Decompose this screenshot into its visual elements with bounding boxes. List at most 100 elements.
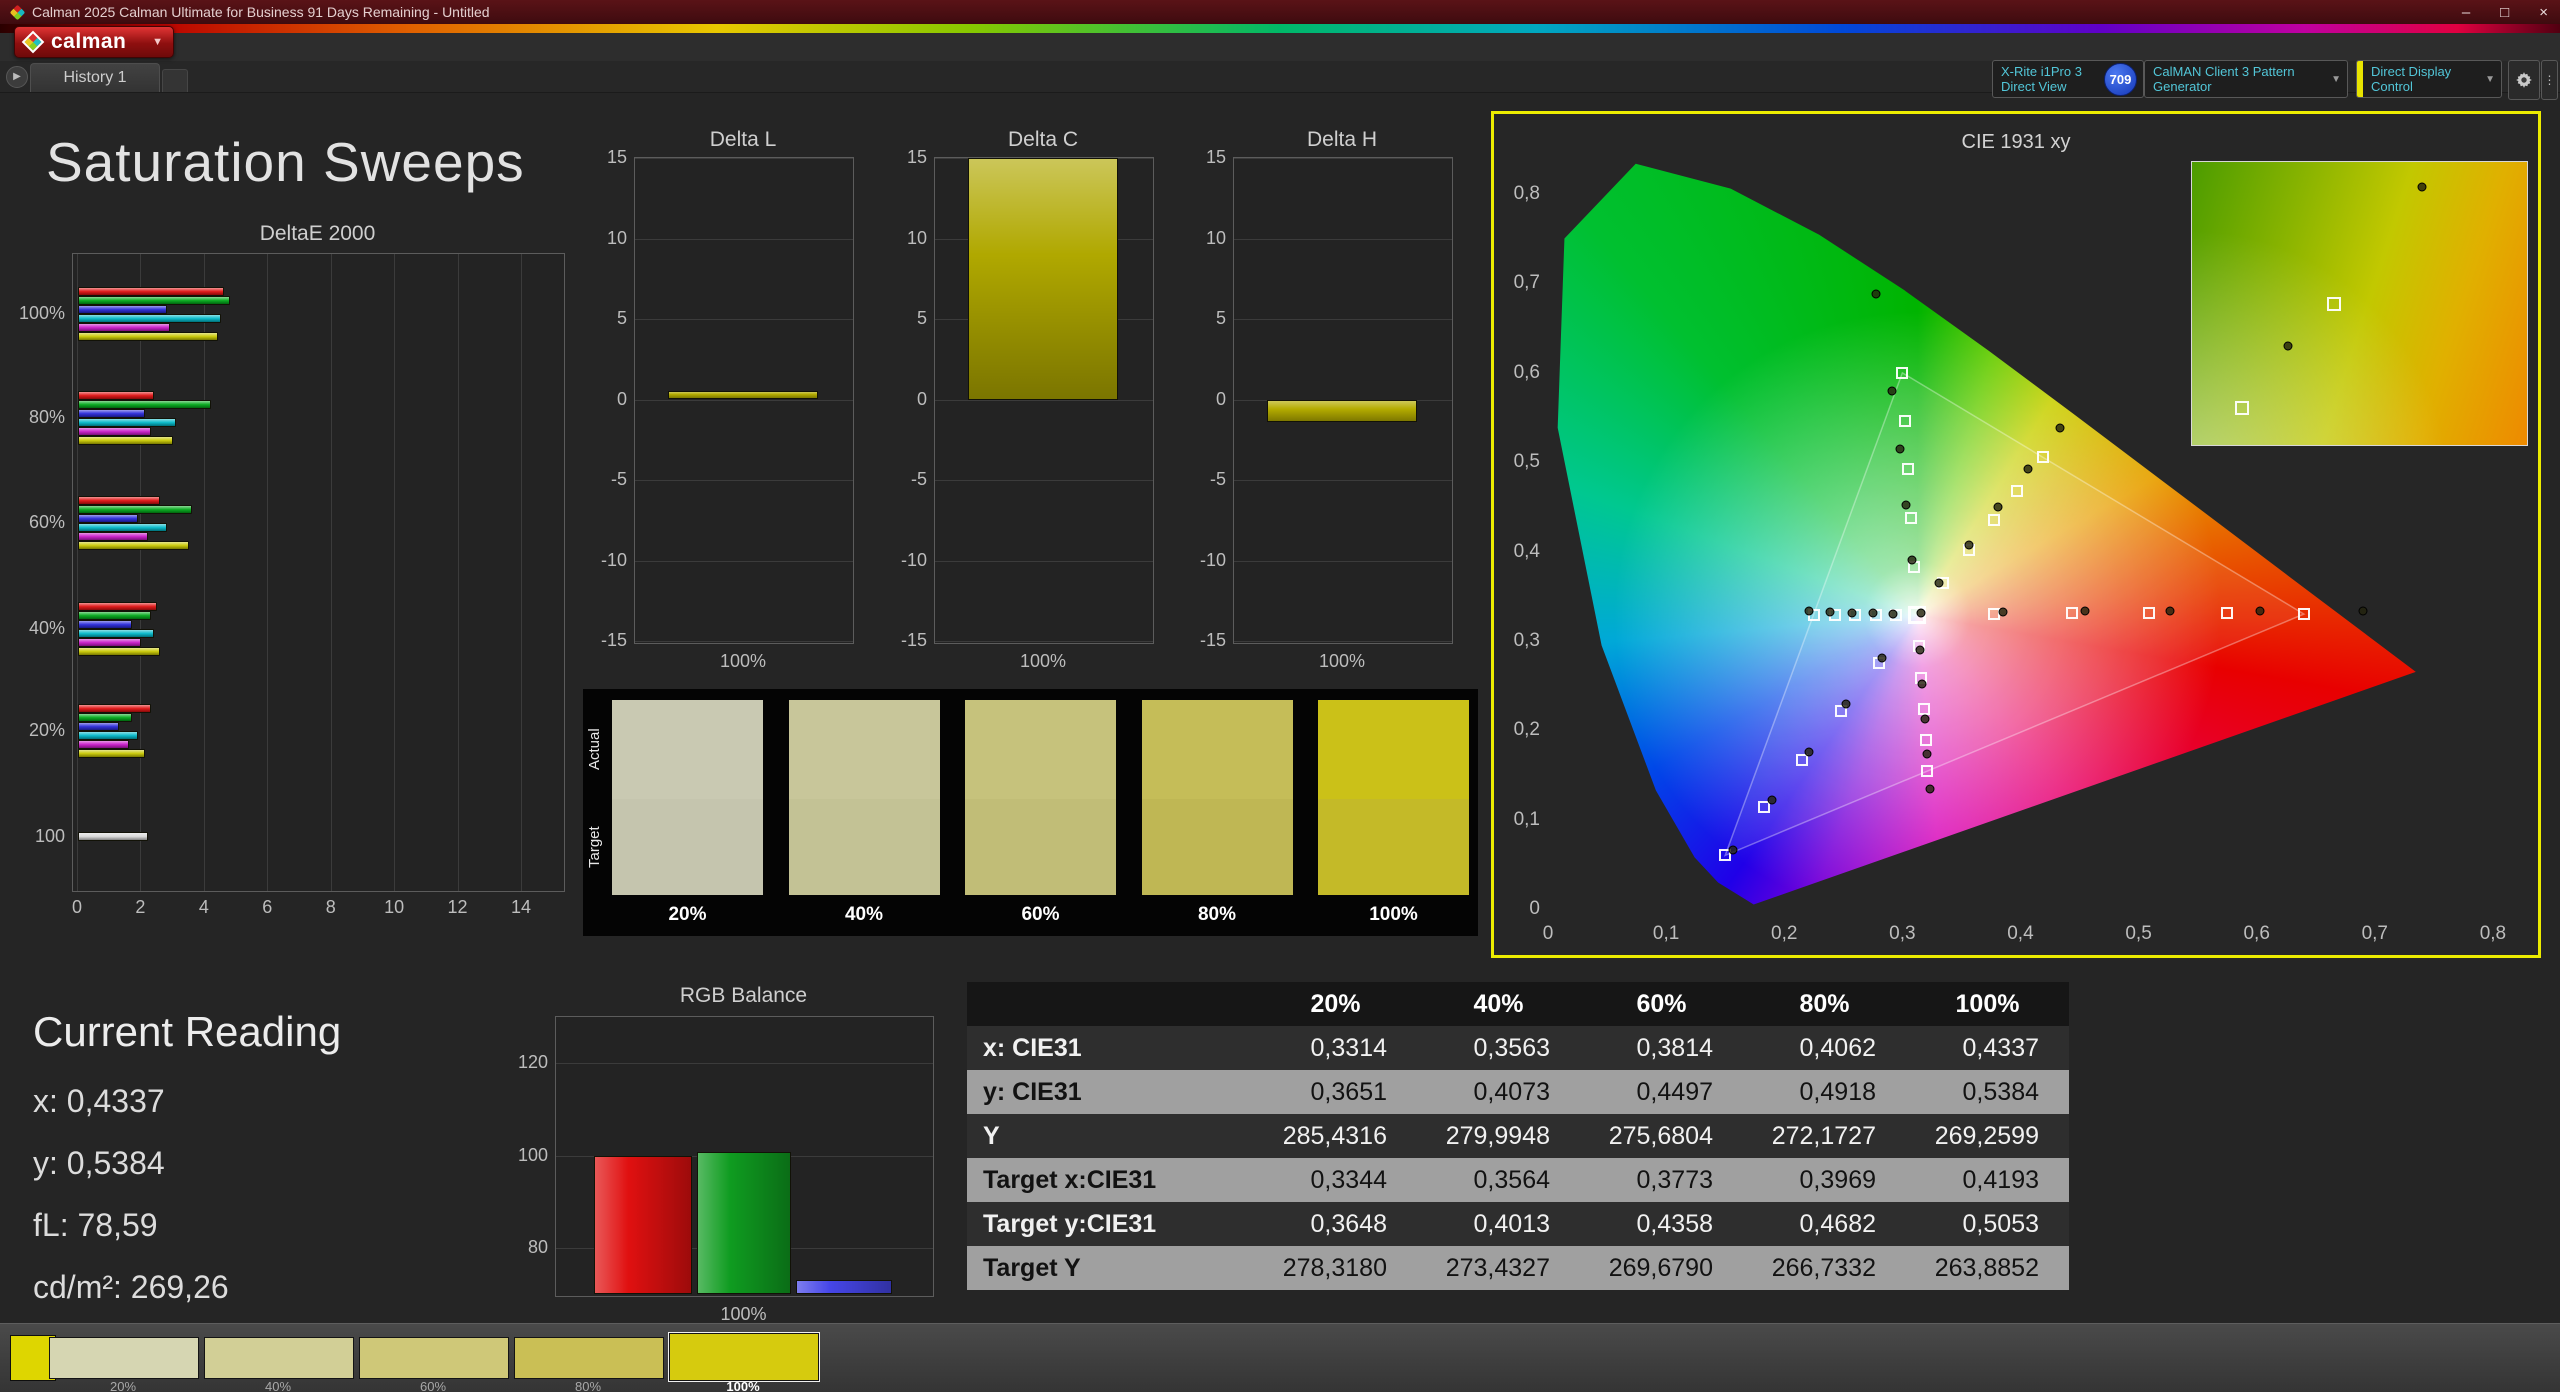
deltae-bar [78, 391, 154, 400]
pattern-swatch-label: 100% [669, 1379, 817, 1392]
table-cell: 0,3969 [1743, 1166, 1906, 1195]
table-cell: 0,3648 [1254, 1210, 1417, 1239]
table-row-label: Target y:CIE31 [967, 1210, 1254, 1239]
y-tick-label: 100 [500, 1145, 548, 1166]
deltae-bar [78, 427, 151, 436]
table-row-label: Target x:CIE31 [967, 1166, 1254, 1195]
maximize-button[interactable]: □ [2500, 4, 2509, 21]
y-tick-label: 5 [879, 308, 927, 329]
delta-h-chart: 151050-5-10-15100% [1233, 157, 1453, 644]
x-axis-label: 100% [635, 651, 851, 672]
rgb-bar [796, 1280, 892, 1294]
pattern-swatch-button[interactable] [359, 1337, 509, 1379]
measured-marker [2056, 423, 2065, 432]
x-tick-label: 14 [497, 897, 545, 918]
measured-marker [1907, 556, 1916, 565]
meter-profile-badge[interactable]: 709 [2104, 63, 2137, 96]
table-cell: 279,9948 [1417, 1122, 1580, 1151]
window-title: Calman 2025 Calman Ultimate for Business… [32, 4, 2432, 20]
table-cell: 0,4013 [1417, 1210, 1580, 1239]
gridline [267, 254, 268, 891]
gridline [935, 561, 1153, 562]
measured-marker [1916, 645, 1925, 654]
options-button[interactable]: ⋮ [2541, 60, 2558, 100]
pattern-generator-dropdown[interactable]: CalMAN Client 3 Pattern Generator ▼ [2144, 60, 2348, 98]
deltae-bar [78, 287, 224, 296]
measured-marker [1872, 290, 1881, 299]
calman-menu-button[interactable]: calman ▼ [14, 26, 174, 58]
table-row: Y285,4316279,9948275,6804272,1727269,259… [967, 1114, 2069, 1158]
rgb-balance-chart-title: RGB Balance [555, 984, 932, 1008]
delta-bar [968, 158, 1118, 400]
y-tick-label: 0,4 [1492, 541, 1540, 563]
current-reading-x: x: 0,4337 [33, 1083, 165, 1120]
x-axis-label: 100% [935, 651, 1151, 672]
table-cell: 269,2599 [1906, 1122, 2069, 1151]
deltae-bar [78, 296, 230, 305]
settings-gear-button[interactable] [2508, 60, 2540, 100]
target-marker [1918, 703, 1930, 715]
target-marker [2066, 607, 2078, 619]
gridline [635, 480, 853, 481]
gridline [1234, 480, 1452, 481]
y-tick-label: 15 [879, 147, 927, 168]
measured-marker [2081, 607, 2090, 616]
table-row-label: x: CIE31 [967, 1034, 1254, 1063]
gridline [1234, 319, 1452, 320]
y-tick-label: 10 [879, 228, 927, 249]
gridline [1234, 641, 1452, 642]
tab-history-1[interactable]: History 1 [30, 63, 160, 92]
pattern-swatch-button[interactable] [514, 1337, 664, 1379]
gridline [635, 641, 853, 642]
window-titlebar: Calman 2025 Calman Ultimate for Business… [0, 0, 2560, 24]
swatch-column-label: 80% [1142, 904, 1293, 926]
table-cell: 0,5384 [1906, 1078, 2069, 1107]
tab-stub[interactable] [162, 69, 188, 92]
y-tick-label: 100% [7, 303, 65, 324]
deltae-bar [78, 514, 138, 523]
measurement-table: 20%40%60%80%100%x: CIE310,33140,35630,38… [967, 982, 2069, 1290]
gridline [1234, 158, 1452, 159]
pattern-swatch-button[interactable] [49, 1337, 199, 1379]
y-tick-label: 100 [7, 826, 65, 847]
x-axis-label: 100% [1234, 651, 1450, 672]
calman-logo-icon [22, 31, 45, 54]
measured-marker [1920, 714, 1929, 723]
deltae-bar [78, 713, 132, 722]
actual-swatch [1142, 700, 1293, 799]
x-tick-label: 4 [180, 897, 228, 918]
display-control-dropdown[interactable]: Direct Display Control ▼ [2356, 60, 2502, 98]
deltae-bar [78, 638, 141, 647]
table-cell: 0,4918 [1743, 1078, 1906, 1107]
y-tick-label: -5 [579, 469, 627, 490]
inset-target-marker [2327, 297, 2341, 311]
deltae-bar [78, 832, 148, 841]
table-cell: 269,6790 [1580, 1254, 1743, 1283]
deltae-bar [78, 505, 192, 514]
measured-marker [1768, 795, 1777, 804]
app-window: Calman 2025 Calman Ultimate for Business… [0, 0, 2560, 1392]
close-button[interactable]: × [2539, 4, 2548, 21]
whitepoint-measured-marker [1916, 608, 1925, 617]
x-tick-label: 0,2 [1754, 923, 1814, 945]
measured-marker [1895, 444, 1904, 453]
x-tick-label: 0,6 [2227, 923, 2287, 945]
deltae-bar [78, 418, 176, 427]
y-tick-label: 0,1 [1492, 809, 1540, 831]
x-tick-label: 0 [1518, 923, 1578, 945]
minimize-button[interactable]: – [2462, 4, 2470, 21]
x-axis-label: 100% [556, 1304, 931, 1325]
y-tick-label: -5 [879, 469, 927, 490]
y-tick-label: 0 [579, 389, 627, 410]
gridline [204, 254, 205, 891]
pattern-swatch-button[interactable] [669, 1333, 819, 1381]
table-column-header: 40% [1417, 990, 1580, 1019]
pattern-swatch-button[interactable] [204, 1337, 354, 1379]
y-tick-label: 15 [579, 147, 627, 168]
tab-scroll-button[interactable]: ▶ [6, 66, 28, 88]
swatch-column-label: 20% [612, 904, 763, 926]
table-header-row: 20%40%60%80%100% [967, 982, 2069, 1026]
table-cell: 0,3773 [1580, 1166, 1743, 1195]
target-marker [1896, 367, 1908, 379]
y-tick-label: 80 [500, 1237, 548, 1258]
